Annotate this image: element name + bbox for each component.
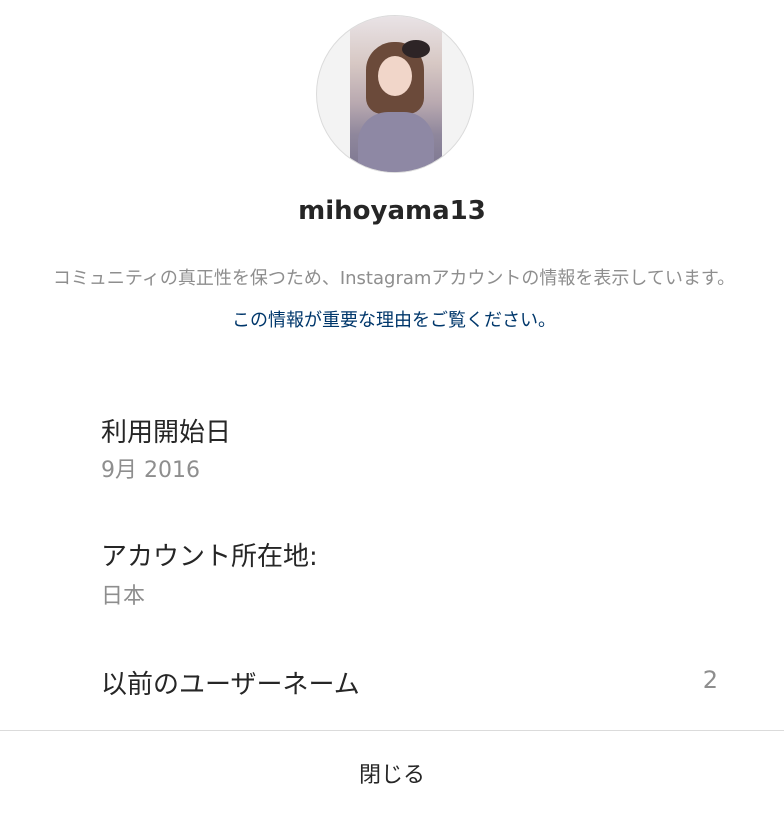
- profile-username: mihoyama13: [298, 196, 486, 226]
- avatar-bow-shape: [402, 40, 430, 58]
- close-button[interactable]: 閉じる: [0, 731, 784, 814]
- avatar-face-shape: [378, 56, 412, 96]
- profile-description: コミュニティの真正性を保つため、Instagramアカウントの情報を表示していま…: [44, 258, 744, 342]
- start-date-value: 9月 2016: [101, 458, 200, 483]
- description-text: コミュニティの真正性を保つため、Instagramアカウントの情報を表示していま…: [52, 268, 736, 289]
- why-important-link[interactable]: この情報が重要な理由をご覧ください。: [232, 310, 556, 331]
- previous-usernames-item[interactable]: 以前のユーザーネーム: [101, 664, 360, 701]
- account-location-label: アカウント所在地:: [101, 542, 318, 572]
- avatar-photo: [350, 16, 442, 172]
- profile-avatar[interactable]: [316, 15, 474, 173]
- avatar-body-shape: [358, 112, 434, 172]
- account-location-value: 日本: [101, 584, 146, 609]
- start-date-label: 利用開始日: [101, 418, 232, 448]
- previous-usernames-count: 2: [702, 666, 718, 694]
